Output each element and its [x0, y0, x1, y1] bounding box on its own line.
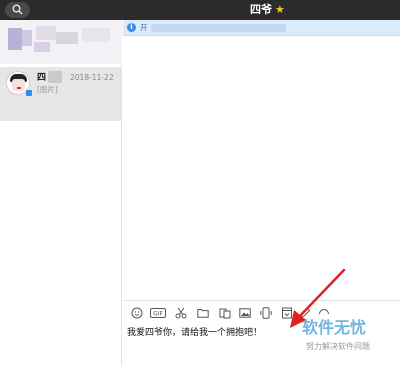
notice-text: 开 — [140, 23, 148, 32]
clipboard-icon[interactable] — [219, 307, 231, 319]
watermark-subtitle: 努力解决软件问题 — [306, 342, 370, 351]
watermark-title: 软件无忧 — [302, 318, 367, 337]
folder-icon[interactable] — [197, 307, 209, 319]
conversation-list: 四 2018-11-22 [图片] — [0, 20, 122, 366]
chat-title-group: 四爷 ★ — [250, 2, 285, 18]
message-input-text: 我爱四爷你，请给我一个拥抱吧！ — [127, 328, 263, 338]
gif-icon[interactable]: GIF — [150, 307, 166, 319]
notice-bar[interactable]: i 开 — [123, 20, 400, 36]
search-button[interactable] — [5, 2, 30, 18]
search-icon — [12, 4, 23, 15]
image-icon[interactable] — [239, 307, 251, 319]
watermark-logo: 软件无忧 努力解决软件问题 — [300, 318, 398, 362]
star-icon: ★ — [275, 3, 285, 16]
info-icon: i — [127, 23, 136, 32]
gif-label: GIF — [153, 311, 163, 318]
conversation-name: 四 — [37, 73, 47, 83]
chat-title: 四爷 — [250, 3, 272, 16]
phone-icon[interactable] — [260, 307, 272, 319]
online-status-icon — [26, 90, 32, 96]
emoji-icon[interactable] — [131, 307, 143, 319]
scissors-icon[interactable] — [175, 307, 187, 319]
blurred-name — [48, 71, 62, 83]
conversation-item[interactable]: 四 2018-11-22 [图片] — [0, 67, 122, 121]
message-area — [123, 37, 400, 300]
conversation-date: 2018-11-22 — [70, 73, 114, 82]
blurred-conversation — [0, 20, 122, 64]
title-bar: 四爷 ★ — [0, 0, 400, 20]
conversation-preview: [图片] — [37, 85, 58, 94]
blurred-notice — [151, 24, 286, 32]
